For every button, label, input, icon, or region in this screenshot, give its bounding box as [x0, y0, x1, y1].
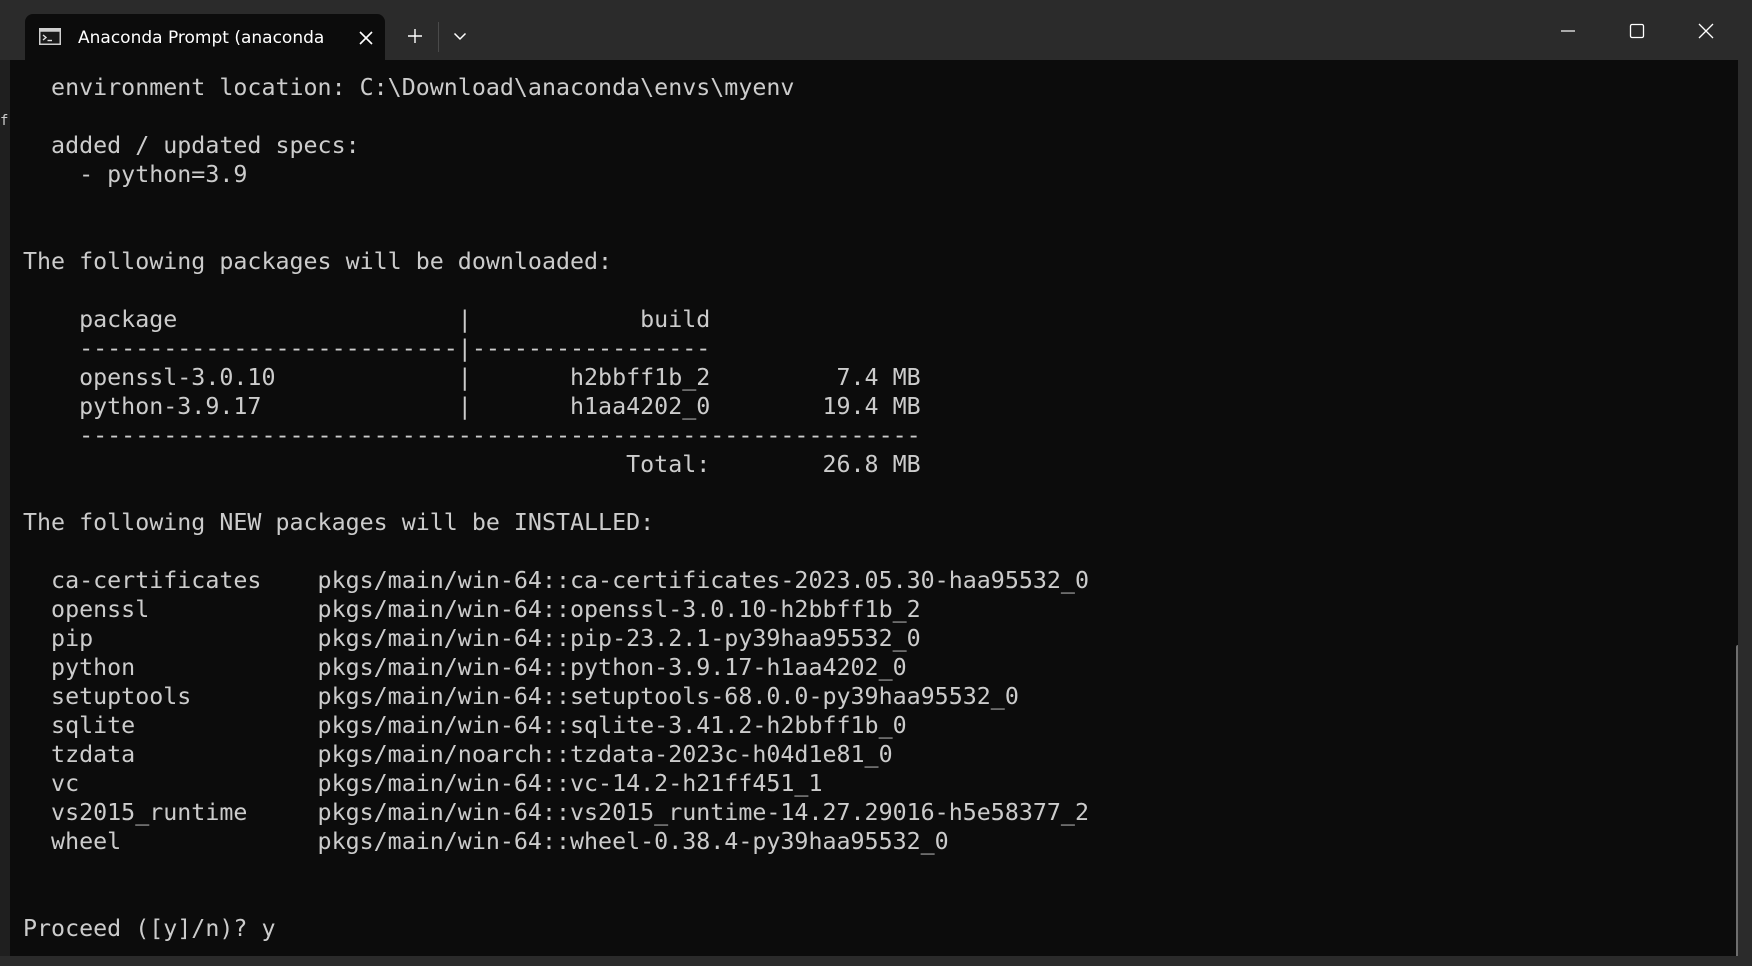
- terminal-line: openssl pkgs/main/win-64::openssl-3.0.10…: [23, 596, 921, 623]
- side-char: f: [0, 113, 9, 129]
- new-tab-button[interactable]: [399, 20, 431, 52]
- terminal-line: openssl-3.0.10 | h2bbff1b_2 7.4 MB: [23, 364, 921, 391]
- terminal-line: ca-certificates pkgs/main/win-64::ca-cer…: [23, 567, 1089, 594]
- terminal-line: wheel pkgs/main/win-64::wheel-0.38.4-py3…: [23, 828, 949, 855]
- terminal-icon: [39, 28, 61, 45]
- terminal-line: ----------------------------------------…: [23, 422, 921, 449]
- terminal-line: python-3.9.17 | h1aa4202_0 19.4 MB: [23, 393, 921, 420]
- terminal-line: tzdata pkgs/main/noarch::tzdata-2023c-h0…: [23, 741, 893, 768]
- terminal-window: Anaconda Prompt (anaconda environment lo…: [0, 0, 1752, 966]
- close-icon[interactable]: [1683, 10, 1729, 52]
- terminal-line: sqlite pkgs/main/win-64::sqlite-3.41.2-h…: [23, 712, 907, 739]
- terminal-line: python pkgs/main/win-64::python-3.9.17-h…: [23, 654, 907, 681]
- terminal-line: vs2015_runtime pkgs/main/win-64::vs2015_…: [23, 799, 1089, 826]
- tab-close-icon[interactable]: [353, 25, 379, 51]
- minimize-icon[interactable]: [1545, 10, 1591, 52]
- terminal-line: added / updated specs:: [23, 132, 360, 159]
- terminal-line: - python=3.9: [23, 161, 248, 188]
- terminal-line: pip pkgs/main/win-64::pip-23.2.1-py39haa…: [23, 625, 921, 652]
- window-border-left: [0, 60, 10, 966]
- maximize-icon[interactable]: [1614, 10, 1660, 52]
- titlebar-divider: [438, 22, 439, 52]
- chevron-down-icon[interactable]: [444, 20, 476, 52]
- tab-title: Anaconda Prompt (anaconda: [78, 28, 325, 48]
- terminal-line: The following NEW packages will be INSTA…: [23, 509, 655, 536]
- title-bar[interactable]: Anaconda Prompt (anaconda: [0, 0, 1752, 60]
- terminal-line: Total: 26.8 MB: [23, 451, 921, 478]
- terminal-line: environment location: C:\Download\anacon…: [23, 74, 795, 101]
- terminal-line: vc pkgs/main/win-64::vc-14.2-h21ff451_1: [23, 770, 823, 797]
- window-border-right: [1738, 60, 1752, 966]
- tab-anaconda-prompt[interactable]: Anaconda Prompt (anaconda: [25, 14, 385, 60]
- terminal-output[interactable]: environment location: C:\Download\anacon…: [10, 60, 1740, 966]
- terminal-line: Proceed ([y]/n)? y: [23, 915, 276, 942]
- terminal-text: environment location: C:\Download\anacon…: [23, 73, 1089, 943]
- terminal-line: setuptools pkgs/main/win-64::setuptools-…: [23, 683, 1019, 710]
- terminal-line: package | build: [23, 306, 711, 333]
- terminal-line: The following packages will be downloade…: [23, 248, 613, 275]
- window-border-bottom: [0, 956, 1752, 966]
- terminal-line: ---------------------------|------------…: [23, 335, 711, 362]
